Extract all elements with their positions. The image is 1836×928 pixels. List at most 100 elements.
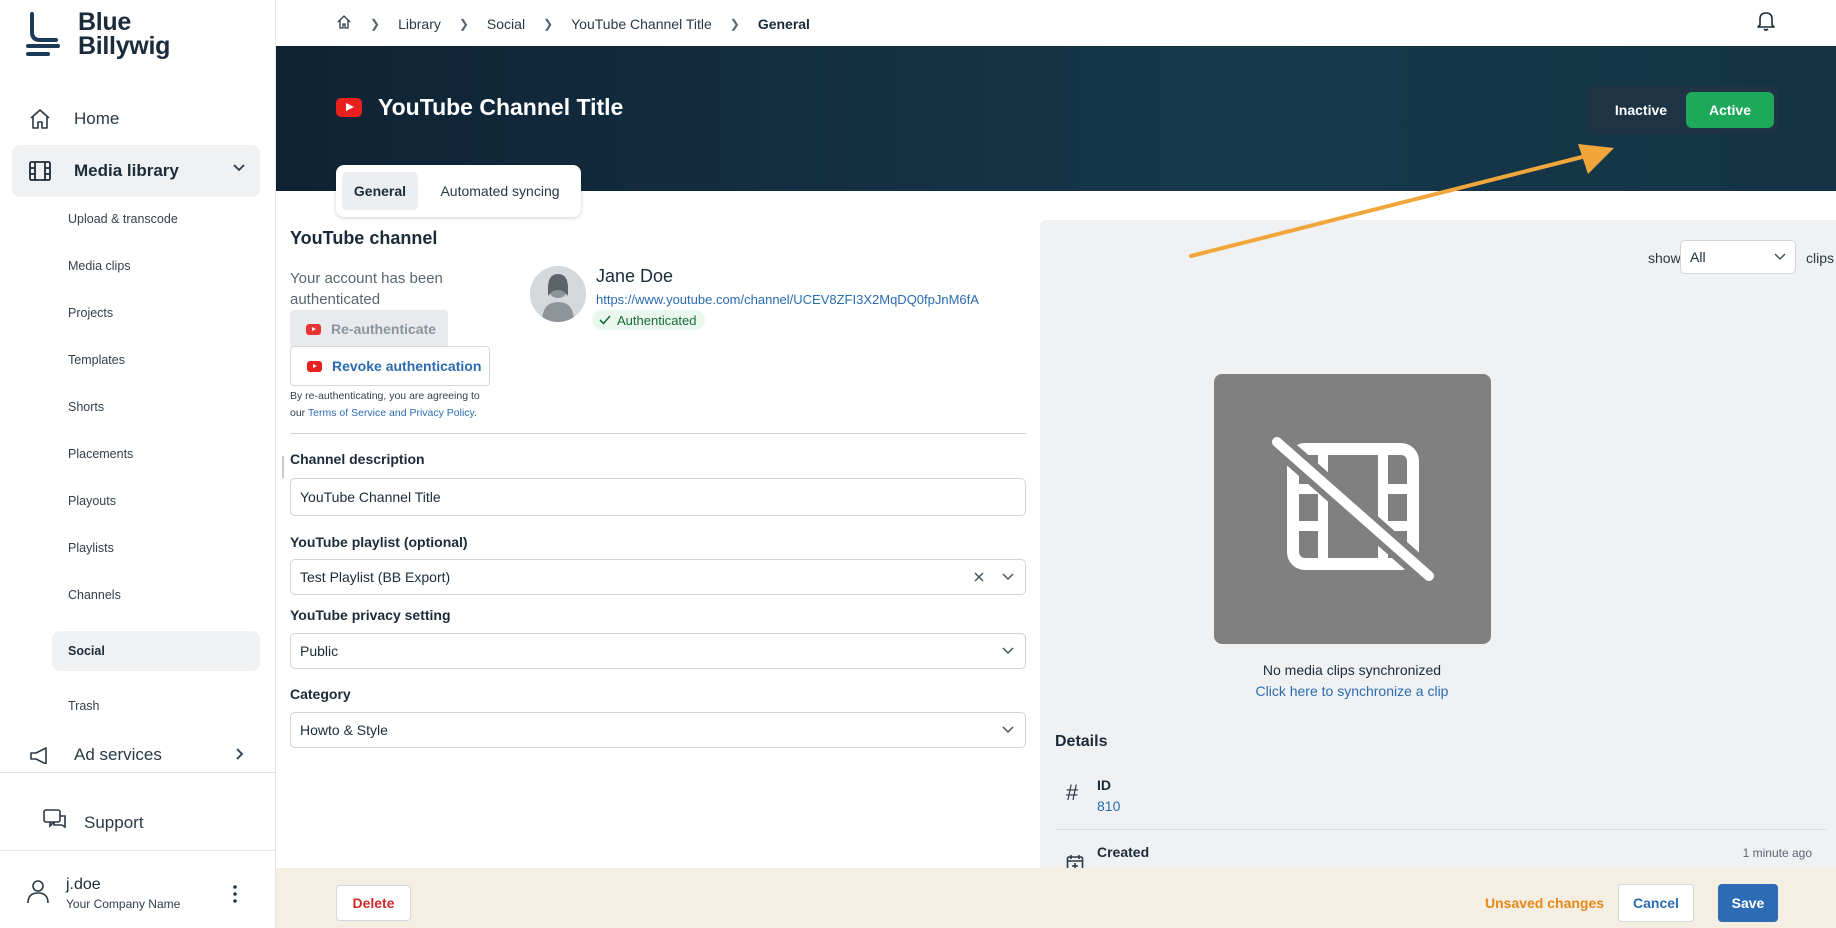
select-value: Public [300,643,339,659]
chevron-down-icon [1774,253,1786,261]
empty-media-placeholder [1214,374,1491,644]
logo-mark-icon [26,12,60,56]
synchronize-clip-link[interactable]: Click here to synchronize a clip [1040,683,1664,699]
sidebar-item-label: Ad services [74,745,162,764]
megaphone-icon [26,742,54,764]
film-off-icon [1265,434,1440,584]
breadcrumb-current: General [757,15,810,32]
home-icon[interactable] [336,14,352,33]
section-heading: YouTube channel [290,228,438,248]
created-time: 1 minute ago [1742,846,1812,860]
sidebar-subitem-channels[interactable]: Channels [68,588,121,602]
description-label: Channel description [290,451,425,467]
terms-link[interactable]: Terms of Service and Privacy Policy [308,407,474,419]
avatar [530,266,586,322]
save-button[interactable]: Save [1718,884,1778,922]
privacy-select[interactable]: Public [290,633,1026,669]
check-icon [599,315,611,325]
youtube-icon [307,360,322,372]
sidebar-subitem-shorts[interactable]: Shorts [68,400,104,414]
clips-label: clips [1806,250,1835,266]
chevron-down-icon [1002,726,1014,734]
more-vertical-icon[interactable] [232,884,238,904]
sidebar-item-label: Home [74,109,120,128]
sidebar-item-ad-services[interactable]: Ad services [12,738,260,764]
playlist-select[interactable]: Test Playlist (BB Export) [290,559,1026,595]
page-title-text: YouTube Channel Title [378,94,624,120]
details-heading: Details [1055,733,1108,750]
tab-general[interactable]: General [342,172,418,210]
sidebar-item-media-library[interactable]: Media library [12,145,260,197]
brand-line-1: Blue [78,8,131,36]
toggle-active[interactable]: Active [1686,92,1774,128]
sidebar-subitem-templates[interactable]: Templates [68,353,125,367]
brand-line-2: Billywig [78,32,171,60]
empty-state-text: No media clips synchronized [1262,662,1442,678]
sidebar-item-label: Media library [74,161,179,180]
playlist-label: YouTube playlist (optional) [290,534,468,550]
sidebar-subitem-trash[interactable]: Trash [68,699,100,713]
sidebar-subitem-playlists[interactable]: Playlists [68,541,114,555]
sidebar-subitem-playouts[interactable]: Playouts [68,494,116,508]
terms-note: By re-authenticating, you are agreeing t… [290,388,490,422]
chat-icon [42,808,68,837]
scrollbar-thumb[interactable] [282,456,284,478]
tab-automated-syncing[interactable]: Automated syncing [426,172,574,210]
close-icon[interactable] [973,571,985,583]
user-company: Your Company Name [66,897,181,911]
breadcrumb-item[interactable]: YouTube Channel Title [571,16,712,32]
sidebar-subitem-upload[interactable]: Upload & transcode [68,212,178,226]
breadcrumb: ❯ Library ❯ Social ❯ YouTube Channel Tit… [336,14,810,33]
sidebar-subitem-media-clips[interactable]: Media clips [68,259,131,273]
delete-button[interactable]: Delete [336,885,411,921]
toggle-inactive[interactable]: Inactive [1596,92,1686,128]
synced-clips-panel: show All clips No media clips synchroniz… [1040,220,1836,872]
sidebar-item-label: Support [84,812,144,832]
brand-name: Blue Billywig [78,8,171,60]
page-title: YouTube Channel Title [336,94,623,121]
divider [1055,829,1827,830]
category-select[interactable]: Howto & Style [290,712,1026,748]
breadcrumb-item[interactable]: Library [398,16,441,32]
sidebar-item-home[interactable]: Home [12,93,260,145]
chevron-right-icon: ❯ [370,16,381,31]
sidebar-subitem-social[interactable]: Social [52,631,260,671]
description-input[interactable]: YouTube Channel Title [290,478,1026,516]
sidebar-subitem-projects[interactable]: Projects [68,306,113,320]
user-profile[interactable]: j.doe Your Company Name [26,876,180,911]
film-icon [26,157,54,185]
chevron-right-icon: ❯ [729,16,740,31]
chevron-right-icon: ❯ [458,16,469,31]
chevron-right-icon: ❯ [543,16,554,31]
action-footer: Delete Unsaved changes Cancel Save [276,868,1836,928]
cancel-button[interactable]: Cancel [1618,884,1694,922]
status-toggle[interactable]: Inactive Active [1588,86,1778,134]
bell-icon[interactable] [1756,10,1776,37]
revoke-authentication-button[interactable]: Revoke authentication [290,346,490,386]
sidebar-subitem-placements[interactable]: Placements [68,447,133,461]
chevron-right-icon [236,748,244,760]
terms-suffix: . [474,407,477,419]
brand-logo[interactable]: Blue Billywig [26,8,171,60]
user-icon [26,878,50,909]
breadcrumb-item[interactable]: Social [487,16,525,32]
clips-filter-select[interactable]: All [1680,240,1796,274]
sidebar: Blue Billywig Home Media library Upload … [0,0,276,928]
home-icon [26,105,54,133]
category-label: Category [290,686,351,702]
sidebar-subitem-label: Social [68,644,105,658]
unsaved-changes-text: Unsaved changes [1485,895,1605,911]
sidebar-item-support[interactable]: Support [26,808,144,837]
sidebar-divider [0,772,276,773]
youtube-icon [306,323,321,335]
input-value: YouTube Channel Title [300,489,441,505]
auth-note: Your account has been authenticated [290,270,443,308]
annotation-arrow [1189,144,1614,258]
privacy-label: YouTube privacy setting [290,607,451,623]
top-bar: ❯ Library ❯ Social ❯ YouTube Channel Tit… [276,0,1836,46]
select-value: Test Playlist (BB Export) [300,569,451,585]
channel-url-link[interactable]: https://www.youtube.com/channel/UCEV8ZFI… [596,292,979,307]
reauthenticate-button[interactable]: Re-authenticate [290,310,448,348]
status-badge: Authenticated [592,310,705,330]
user-name: j.doe [66,876,101,893]
